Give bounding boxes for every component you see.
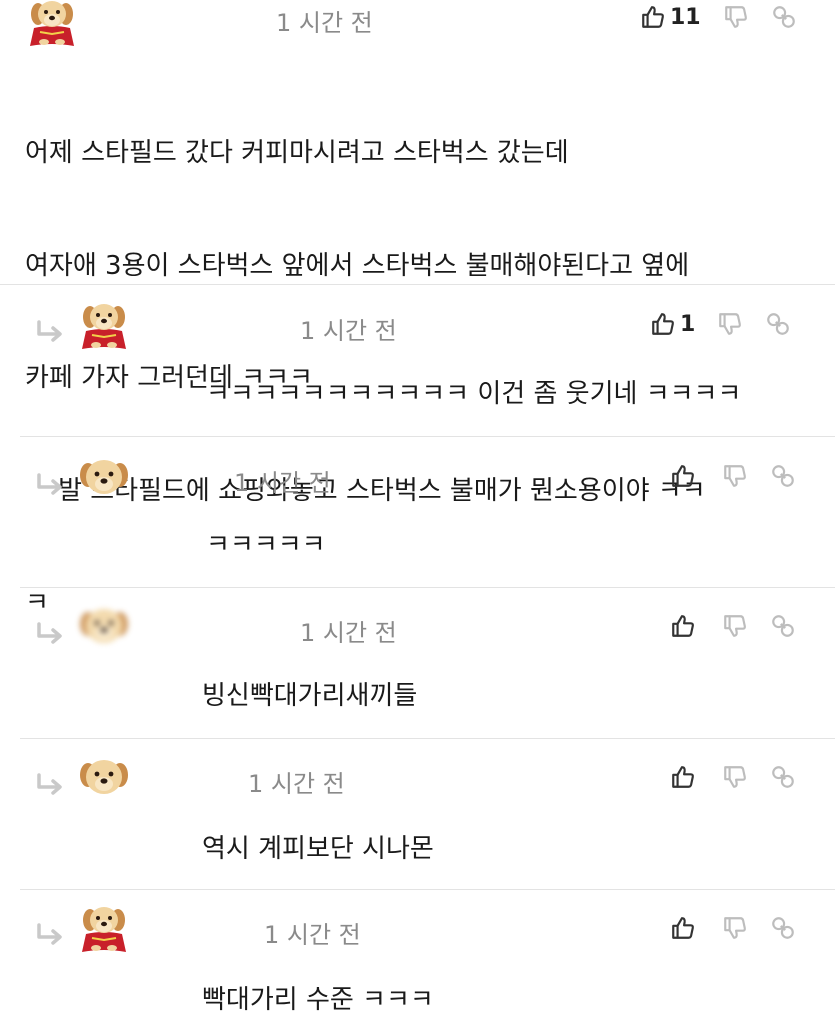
like-button[interactable] <box>670 613 700 639</box>
share-link-button[interactable] <box>770 764 796 790</box>
like-button[interactable] <box>670 463 700 489</box>
thumbs-down-icon <box>722 915 748 941</box>
thumbs-up-icon <box>670 915 696 941</box>
divider <box>20 889 835 890</box>
dislike-button[interactable] <box>722 764 748 790</box>
reply-timestamp: 1 시간 전 <box>248 770 345 798</box>
main-comment: 1 시간 전 11 어제 스타필드 갔다 커피마시려고 스타벅스 갔는데 여자애… <box>0 0 835 618</box>
thumbs-down-icon <box>722 613 748 639</box>
like-count: 1 <box>680 311 696 337</box>
reply-timestamp: 1 시간 전 <box>300 619 397 647</box>
avatar[interactable] <box>26 0 78 48</box>
like-button[interactable] <box>670 915 700 941</box>
link-icon <box>771 4 797 30</box>
reply-item: 1 시간 전 빡대가리 수준 ㅋㅋㅋ <box>20 889 835 1021</box>
like-button[interactable]: 11 <box>640 4 701 30</box>
reply-timestamp: 1 시간 전 <box>234 469 331 497</box>
dislike-button[interactable] <box>722 915 748 941</box>
avatar[interactable] <box>78 602 130 652</box>
reply-arrow-icon <box>35 773 69 797</box>
share-link-button[interactable] <box>770 915 796 941</box>
link-icon <box>770 764 796 790</box>
avatar[interactable] <box>78 904 130 954</box>
like-count: 11 <box>670 4 701 30</box>
thumbs-down-icon <box>722 764 748 790</box>
avatar[interactable] <box>78 753 130 803</box>
reply-item: 1 시간 전 빙신빡대가리새끼들 <box>20 587 835 737</box>
like-button[interactable] <box>670 764 700 790</box>
avatar[interactable] <box>78 453 130 503</box>
reply-arrow-icon <box>35 622 69 646</box>
avatar[interactable] <box>78 301 130 351</box>
reply-actions <box>670 913 796 943</box>
reply-arrow-icon <box>35 320 69 344</box>
reply-item: 1 시간 전 1 ㅋㅋㅋㅋㅋㅋㅋㅋㅋㅋㅋ 이건 좀 웃기네 ㅋㅋㅋㅋ <box>20 285 835 435</box>
thumbs-up-icon <box>670 613 696 639</box>
reply-body: ㅋㅋㅋㅋㅋ <box>206 530 326 560</box>
reply-item: 1 시간 전 ㅋㅋㅋㅋㅋ <box>20 436 835 586</box>
reply-actions <box>670 611 796 641</box>
dislike-button[interactable] <box>722 463 748 489</box>
reply-body: 빙신빡대가리새끼들 <box>202 681 418 711</box>
dislike-button[interactable] <box>723 4 749 30</box>
comment-timestamp: 1 시간 전 <box>276 9 373 37</box>
reply-actions: 1 <box>650 309 791 339</box>
thumbs-up-icon <box>650 311 676 337</box>
comment-line: 여자애 3용이 스타벅스 앞에서 스타벅스 불매해야된다고 옆에 <box>25 250 690 281</box>
reply-arrow-icon <box>35 473 69 497</box>
thumbs-down-icon <box>723 4 749 30</box>
thumbs-up-icon <box>670 463 696 489</box>
reply-arrow-icon <box>35 923 69 947</box>
comment-line: 어제 스타필드 갔다 커피마시려고 스타벅스 갔는데 <box>25 138 569 168</box>
share-link-button[interactable] <box>770 463 796 489</box>
divider <box>20 587 835 588</box>
dislike-button[interactable] <box>722 613 748 639</box>
reply-item: 1 시간 전 역시 계피보단 시나몬 <box>20 738 835 888</box>
thumbs-down-icon <box>722 463 748 489</box>
link-icon <box>770 613 796 639</box>
reply-timestamp: 1 시간 전 <box>264 921 361 949</box>
thumbs-down-icon <box>717 311 743 337</box>
like-button[interactable]: 1 <box>650 311 695 337</box>
thumbs-up-icon <box>670 764 696 790</box>
share-link-button[interactable] <box>771 4 797 30</box>
share-link-button[interactable] <box>770 613 796 639</box>
link-icon <box>770 915 796 941</box>
reply-body: 역시 계피보단 시나몬 <box>202 834 434 864</box>
divider <box>20 436 835 437</box>
reply-body: ㅋㅋㅋㅋㅋㅋㅋㅋㅋㅋㅋ 이건 좀 웃기네 ㅋㅋㅋㅋ <box>206 379 742 409</box>
link-icon <box>770 463 796 489</box>
divider <box>20 738 835 739</box>
reply-actions <box>670 461 796 491</box>
reply-body: 빡대가리 수준 ㅋㅋㅋ <box>202 985 434 1015</box>
reply-actions <box>670 762 796 792</box>
thumbs-up-icon <box>640 4 666 30</box>
comment-actions: 11 <box>640 2 797 32</box>
link-icon <box>765 311 791 337</box>
dislike-button[interactable] <box>717 311 743 337</box>
reply-timestamp: 1 시간 전 <box>300 317 397 345</box>
share-link-button[interactable] <box>765 311 791 337</box>
